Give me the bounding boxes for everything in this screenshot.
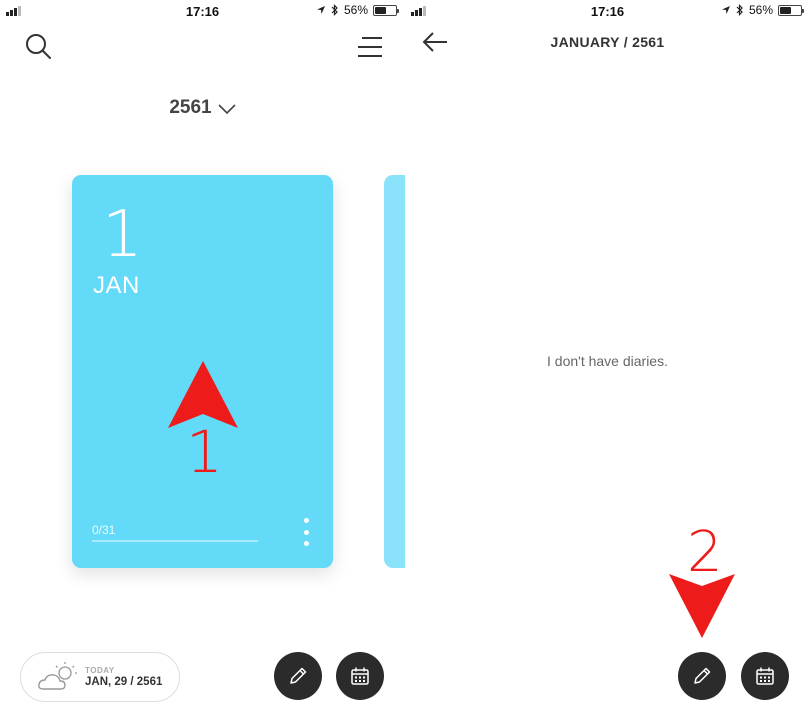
bluetooth-icon (331, 4, 338, 16)
location-arrow-icon (316, 6, 325, 14)
year-selector[interactable]: 2561 (0, 97, 405, 119)
card-progress-text: 0/31 (92, 523, 116, 537)
today-date: JAN, 29 / 2561 (85, 676, 163, 688)
month-detail-screen: 17:16 56% JANUARY / 2561 I don't have di… (405, 0, 810, 720)
battery-level (780, 6, 792, 14)
more-dot-icon (303, 541, 309, 546)
empty-state-message: I don't have diaries. (547, 353, 668, 369)
battery-icon (373, 4, 399, 16)
pencil-icon (290, 667, 307, 684)
month-list-screen: 17:16 56% 2561 1 JAN 0/31 1 TODAY JAN, 2… (0, 0, 405, 720)
calendar-button[interactable] (336, 652, 384, 700)
annotation-arrow-down-icon (669, 574, 735, 638)
bluetooth-icon (736, 4, 743, 16)
card-progress-bar (92, 540, 258, 542)
battery-level (375, 6, 387, 14)
calendar-icon (351, 667, 369, 685)
battery-icon (778, 4, 804, 16)
menu-icon (358, 37, 382, 57)
status-indicators: 56% (316, 3, 399, 17)
status-indicators: 56% (721, 3, 804, 17)
partly-cloudy-icon (38, 662, 77, 690)
annotation-number-1: 1 (186, 418, 223, 486)
calendar-button[interactable] (741, 652, 789, 700)
menu-button[interactable] (356, 36, 384, 58)
battery-percent: 56% (343, 3, 368, 17)
today-button[interactable]: TODAY JAN, 29 / 2561 (20, 652, 180, 702)
next-month-card[interactable] (384, 175, 405, 568)
status-bar: 17:16 56% (0, 0, 405, 22)
search-button[interactable] (24, 32, 54, 62)
location-arrow-icon (721, 6, 730, 14)
chevron-down-icon (218, 103, 236, 114)
more-dot-icon (303, 518, 309, 523)
search-icon (26, 34, 51, 59)
battery-percent: 56% (748, 3, 773, 17)
card-month-label: JAN (93, 272, 140, 299)
card-day-number: 1 (102, 198, 143, 272)
write-diary-button[interactable] (274, 652, 322, 700)
calendar-icon (756, 667, 774, 685)
year-label: 2561 (169, 97, 212, 118)
page-title: JANUARY / 2561 (550, 34, 665, 50)
more-dot-icon (303, 529, 309, 535)
write-diary-button[interactable] (678, 652, 726, 700)
status-bar: 17:16 56% (405, 0, 810, 22)
today-label: TODAY (85, 666, 115, 675)
pencil-icon (694, 667, 711, 684)
card-more-button[interactable] (301, 518, 311, 546)
